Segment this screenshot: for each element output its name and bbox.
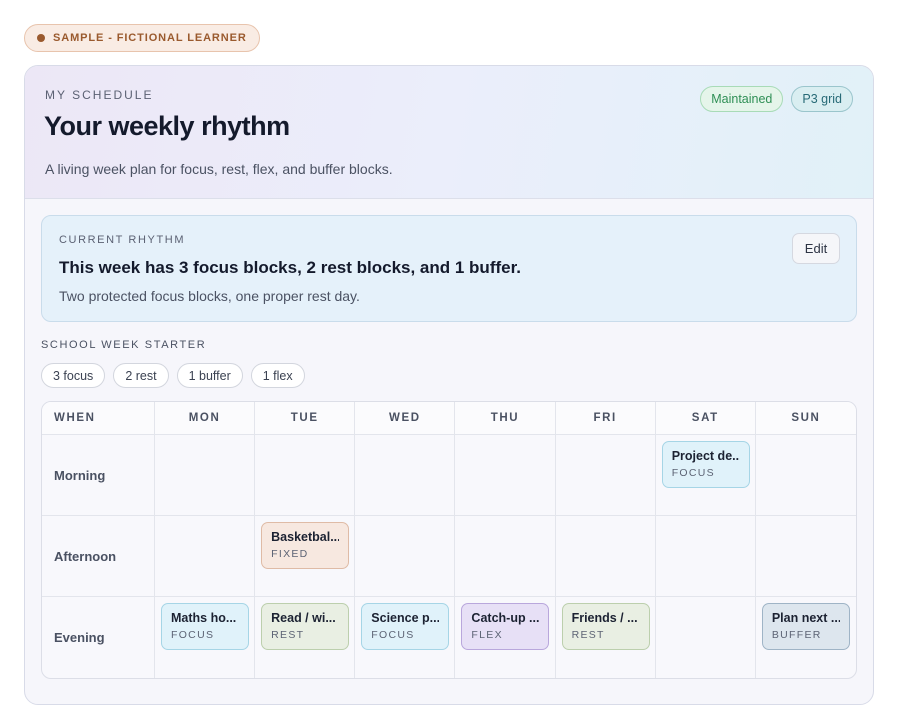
row-label-evening: Evening [42, 597, 155, 678]
slot-sat-evening[interactable] [656, 597, 756, 678]
slot-wed-evening[interactable]: Science p... FOCUS [355, 597, 456, 678]
block-kind: FOCUS [371, 629, 415, 641]
starter-label: SCHOOL WEEK STARTER [41, 339, 207, 351]
grid-head-mon: MON [155, 402, 256, 435]
schedule-block[interactable]: Friends / ... REST [561, 603, 650, 650]
block-kind: BUFFER [771, 629, 822, 641]
block-title: Science p... [371, 611, 440, 625]
grid-head-sun: SUN [755, 402, 856, 435]
schedule-block[interactable]: Read / wi... REST [261, 603, 350, 650]
dot-icon [37, 34, 45, 42]
slot-sun-evening[interactable]: Plan next ... BUFFER [756, 597, 856, 678]
page-title: Your weekly rhythm [44, 111, 290, 141]
block-title: Read / wi... [271, 611, 336, 625]
slot-fri-afternoon[interactable] [555, 516, 656, 597]
slot-sat-afternoon[interactable] [655, 516, 756, 597]
grid-badge: P3 grid [791, 86, 853, 112]
schedule-card: MY SCHEDULE Your weekly rhythm A living … [24, 65, 874, 705]
slot-tue-evening[interactable]: Read / wi... REST [255, 597, 356, 678]
block-title: Project de... [671, 449, 740, 463]
chip-focus[interactable]: 3 focus [41, 363, 106, 388]
slot-mon-evening[interactable]: Maths ho... FOCUS [155, 597, 256, 678]
slot-mon-afternoon[interactable] [155, 516, 256, 597]
slot-wed-afternoon[interactable] [355, 516, 456, 597]
schedule-block[interactable]: Catch-up ... FLEX [461, 603, 550, 650]
slot-fri-evening[interactable]: Friends / ... REST [556, 597, 656, 678]
block-kind: FOCUS [171, 629, 215, 641]
block-title: Catch-up ... [471, 611, 540, 625]
row-label-morning: Morning [42, 435, 155, 516]
slot-tue-morning[interactable] [255, 435, 356, 516]
schedule-block[interactable]: Project de... FOCUS [661, 441, 750, 488]
rhythm-headline: This week has 3 focus blocks, 2 rest blo… [59, 258, 521, 277]
sample-badge: SAMPLE - FICTIONAL LEARNER [24, 24, 260, 52]
maintained-badge: Maintained [700, 86, 784, 112]
block-title: Maths ho... [171, 611, 237, 625]
grid-head-tue: TUE [255, 402, 356, 435]
current-rhythm-panel: CURRENT RHYTHM This week has 3 focus blo… [41, 215, 857, 322]
block-title: Basketbal... [271, 530, 340, 544]
schedule-block[interactable]: Plan next ... BUFFER [761, 603, 850, 650]
row-label-afternoon: Afternoon [42, 516, 155, 597]
starter-chips: 3 focus 2 rest 1 buffer 1 flex [41, 363, 305, 388]
hero-header: MY SCHEDULE Your weekly rhythm A living … [25, 66, 873, 199]
slot-sun-morning[interactable] [755, 435, 856, 516]
grid-head-thu: THU [455, 402, 556, 435]
sample-badge-label: SAMPLE - FICTIONAL LEARNER [53, 32, 247, 44]
slot-thu-afternoon[interactable] [455, 516, 556, 597]
slot-fri-morning[interactable] [555, 435, 656, 516]
block-kind: FIXED [271, 548, 309, 560]
edit-button[interactable]: Edit [792, 233, 840, 264]
block-kind: REST [571, 629, 605, 641]
slot-sun-afternoon[interactable] [755, 516, 856, 597]
grid-head-fri: FRI [555, 402, 656, 435]
rhythm-eyebrow: CURRENT RHYTHM [59, 234, 186, 246]
hero-badges: Maintained P3 grid [700, 86, 853, 112]
chip-flex[interactable]: 1 flex [250, 363, 305, 388]
rhythm-note: Two protected focus blocks, one proper r… [59, 288, 360, 304]
slot-thu-evening[interactable]: Catch-up ... FLEX [455, 597, 556, 678]
schedule-block[interactable]: Maths ho... FOCUS [161, 603, 249, 650]
chip-rest[interactable]: 2 rest [113, 363, 169, 388]
grid-head-when: WHEN [42, 402, 155, 435]
schedule-block[interactable]: Basketbal... FIXED [261, 522, 350, 569]
slot-thu-morning[interactable] [455, 435, 556, 516]
hero-eyebrow: MY SCHEDULE [45, 88, 154, 102]
slot-mon-morning[interactable] [155, 435, 256, 516]
grid-head-sat: SAT [655, 402, 756, 435]
block-title: Friends / ... [571, 611, 638, 625]
block-title: Plan next ... [771, 611, 840, 625]
block-kind: FLEX [471, 629, 503, 641]
slot-wed-morning[interactable] [355, 435, 456, 516]
week-grid: WHEN MON TUE WED THU FRI SAT SUN Morning… [41, 401, 857, 679]
page-subtitle: A living week plan for focus, rest, flex… [45, 161, 393, 177]
grid-head-wed: WED [355, 402, 456, 435]
block-kind: REST [271, 629, 305, 641]
chip-buffer[interactable]: 1 buffer [176, 363, 243, 388]
slot-sat-morning[interactable]: Project de... FOCUS [655, 435, 756, 516]
block-kind: FOCUS [671, 467, 715, 479]
slot-tue-afternoon[interactable]: Basketbal... FIXED [255, 516, 356, 597]
schedule-block[interactable]: Science p... FOCUS [361, 603, 450, 650]
